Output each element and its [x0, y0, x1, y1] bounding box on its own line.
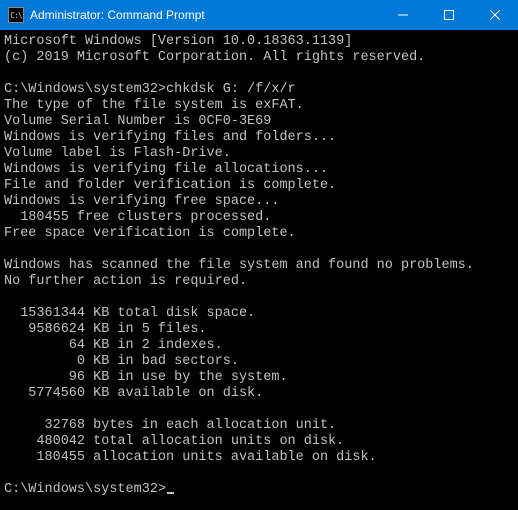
terminal-line: C:\Windows\system32> [4, 482, 166, 497]
terminal-line: 15361344 KB total disk space. [4, 306, 255, 321]
window-controls [380, 0, 518, 30]
terminal-line: Windows is verifying file allocations... [4, 162, 328, 177]
minimize-icon [398, 10, 408, 20]
titlebar[interactable]: C:\ Administrator: Command Prompt [0, 0, 518, 30]
terminal-line: Volume label is Flash-Drive. [4, 146, 231, 161]
cmd-icon: C:\ [8, 7, 24, 23]
terminal-line: Windows has scanned the file system and … [4, 258, 474, 273]
terminal-line: 5774560 KB available on disk. [4, 386, 263, 401]
minimize-button[interactable] [380, 0, 426, 30]
close-button[interactable] [472, 0, 518, 30]
terminal-line: No further action is required. [4, 274, 247, 289]
window-title: Administrator: Command Prompt [30, 8, 380, 22]
maximize-icon [444, 10, 454, 20]
maximize-button[interactable] [426, 0, 472, 30]
close-icon [490, 10, 500, 20]
terminal-line: Windows is verifying free space... [4, 194, 279, 209]
terminal-line: 96 KB in use by the system. [4, 370, 288, 385]
terminal-line: (c) 2019 Microsoft Corporation. All righ… [4, 50, 425, 65]
terminal-line: Free space verification is complete. [4, 226, 296, 241]
terminal-line: Volume Serial Number is 0CF0-3E69 [4, 114, 271, 129]
terminal-line: C:\Windows\system32>chkdsk G: /f/x/r [4, 82, 296, 97]
terminal-line: 180455 free clusters processed. [4, 210, 271, 225]
terminal-line: File and folder verification is complete… [4, 178, 336, 193]
terminal-output[interactable]: Microsoft Windows [Version 10.0.18363.11… [0, 30, 518, 510]
terminal-line: 0 KB in bad sectors. [4, 354, 239, 369]
terminal-line: 32768 bytes in each allocation unit. [4, 418, 336, 433]
terminal-line: 64 KB in 2 indexes. [4, 338, 223, 353]
terminal-line: The type of the file system is exFAT. [4, 98, 304, 113]
terminal-line: 480042 total allocation units on disk. [4, 434, 344, 449]
terminal-line: 9586624 KB in 5 files. [4, 322, 207, 337]
terminal-line: Microsoft Windows [Version 10.0.18363.11… [4, 34, 352, 49]
terminal-line: Windows is verifying files and folders..… [4, 130, 336, 145]
cursor [167, 492, 174, 494]
terminal-line: 180455 allocation units available on dis… [4, 450, 377, 465]
